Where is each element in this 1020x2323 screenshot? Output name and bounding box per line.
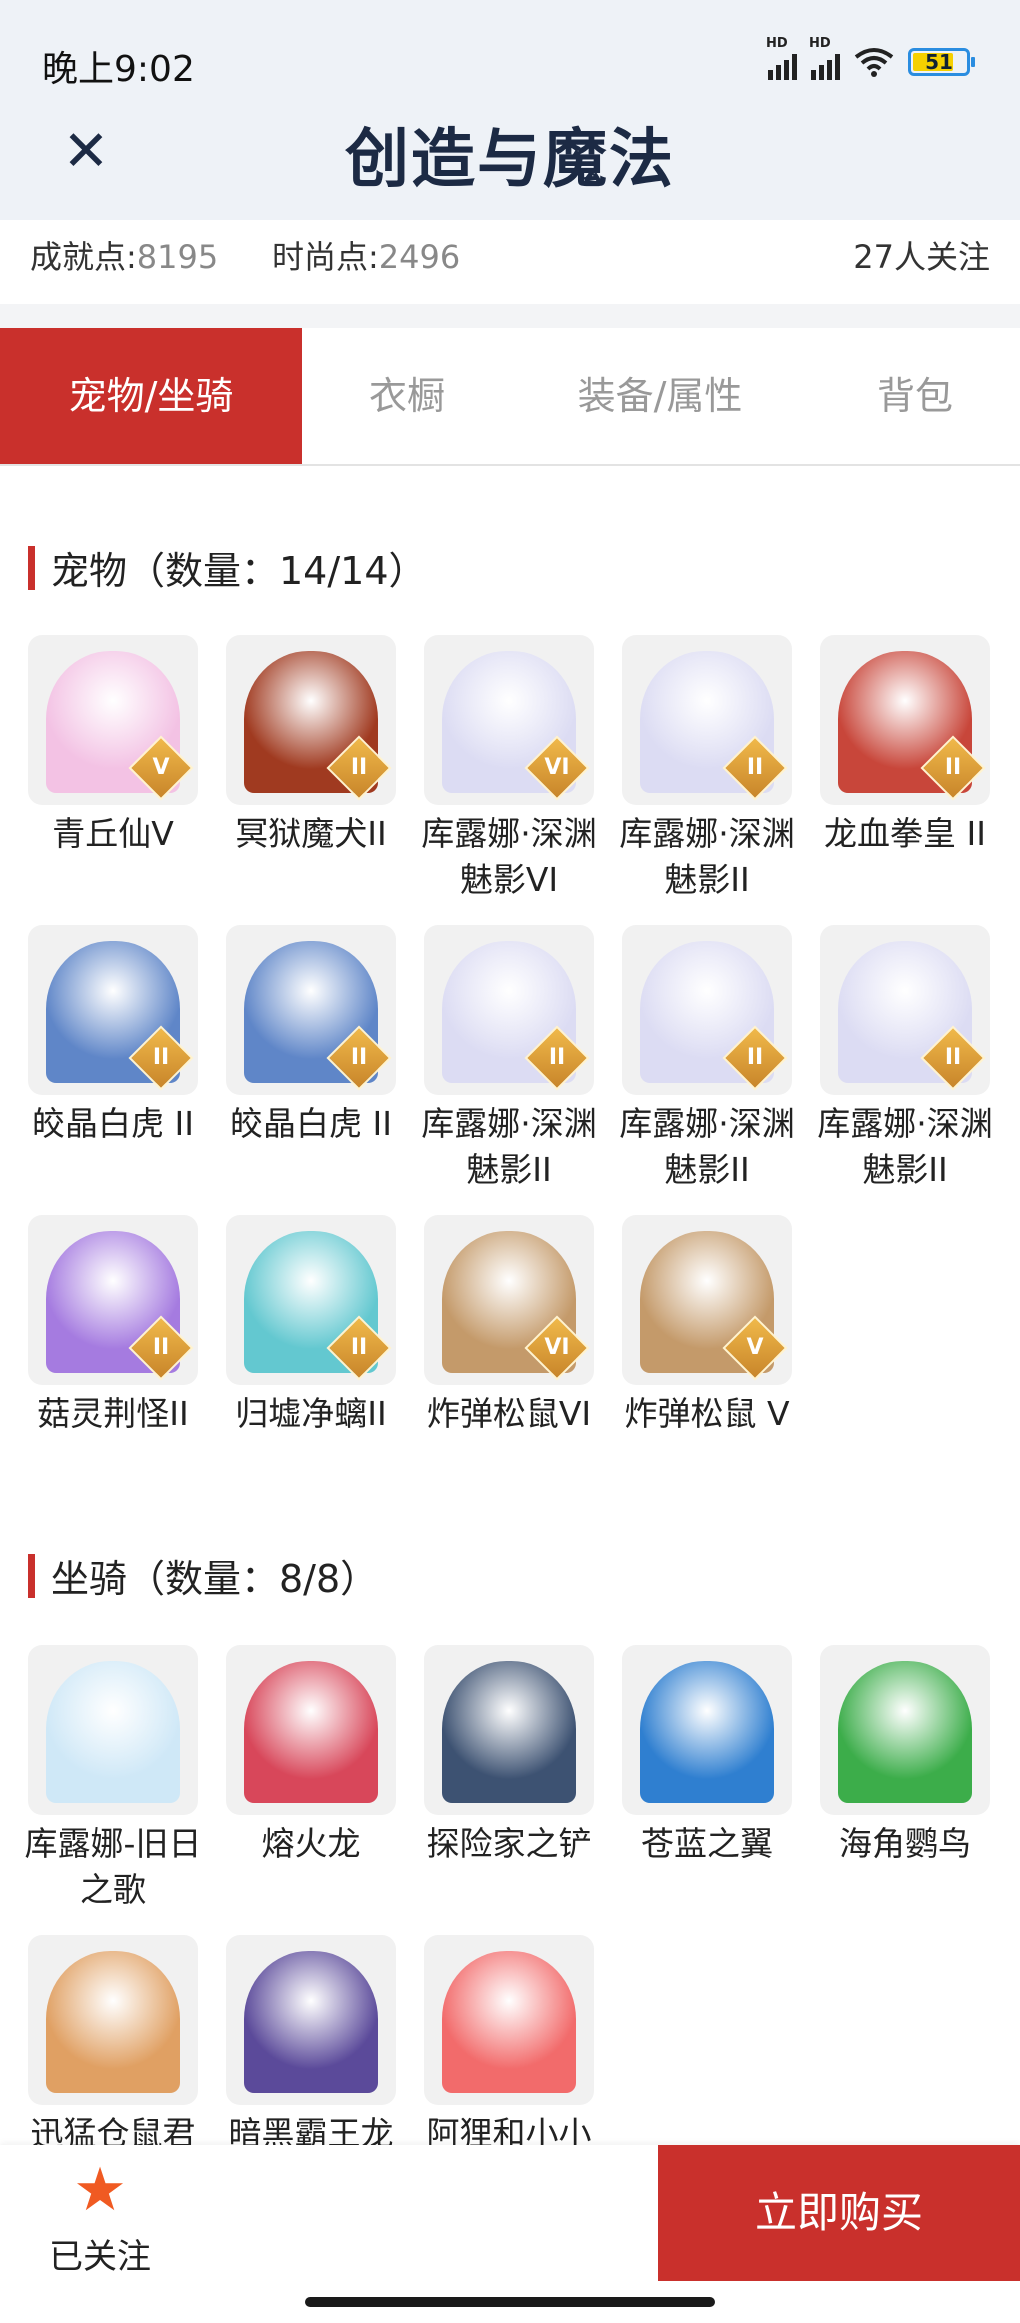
follow-button[interactable]: ★ 已关注 [40, 2155, 160, 2278]
stats-row: 成就点:8195 时尚点:2496 27人关注 [0, 220, 1020, 304]
item-name: 库露娜·深渊魅影II [619, 1104, 795, 1189]
tab-wardrobe[interactable]: 衣橱 [302, 328, 512, 464]
item-name: 库露娜-旧日之歌 [24, 1824, 202, 1909]
item-thumbnail: II [622, 635, 792, 805]
tab-backpack[interactable]: 背包 [820, 328, 1010, 464]
item-thumbnail: II [226, 635, 396, 805]
pets-section-title: 宠物（数量：14/14） [28, 540, 427, 595]
item-name: 青丘仙V [52, 814, 174, 853]
item-thumbnail: II [28, 1215, 198, 1385]
item-name: 龙血拳皇 II [824, 814, 986, 853]
item-thumbnail: II [622, 925, 792, 1095]
item-name: 海角鹦鸟 [839, 1824, 971, 1863]
grid-item[interactable]: II 库露娜·深渊魅影II [414, 925, 604, 1193]
item-name: 库露娜·深渊魅影II [817, 1104, 993, 1189]
wifi-icon [854, 48, 894, 77]
item-thumbnail: II [424, 925, 594, 1095]
signal-icon: HD [766, 36, 797, 80]
item-thumbnail [226, 1645, 396, 1815]
item-thumbnail: II [28, 925, 198, 1095]
item-thumbnail [424, 1935, 594, 2105]
tab-bar: 宠物/坐骑 衣橱 装备/属性 背包 [0, 328, 1020, 466]
star-icon: ★ [73, 2155, 127, 2225]
grid-item[interactable]: V 青丘仙V [18, 635, 208, 857]
page-title: 创造与魔法 [345, 123, 675, 197]
item-thumbnail [28, 1645, 198, 1815]
item-name: 熔火龙 [261, 1824, 361, 1863]
achievement-points: 成就点:8195 [30, 238, 219, 276]
grid-item[interactable]: 库露娜-旧日之歌 [18, 1645, 208, 1913]
follower-count: 27人关注 [853, 238, 990, 276]
item-thumbnail: V [622, 1215, 792, 1385]
item-name: 皎晶白虎 II [230, 1104, 392, 1143]
item-thumbnail [226, 1935, 396, 2105]
grid-item[interactable]: II 菇灵荆怪II [18, 1215, 208, 1437]
item-name: 炸弹松鼠 V [624, 1394, 790, 1433]
item-name: 归墟净螭II [235, 1394, 387, 1433]
buy-now-button[interactable]: 立即购买 [658, 2145, 1020, 2281]
item-name: 库露娜·深渊魅影II [619, 814, 795, 899]
item-name: 冥狱魔犬II [235, 814, 387, 853]
item-image [640, 1661, 774, 1803]
grid-item[interactable]: II 冥狱魔犬II [216, 635, 406, 857]
grid-item[interactable]: 海角鹦鸟 [810, 1645, 1000, 1867]
item-thumbnail [28, 1935, 198, 2105]
item-thumbnail: II [226, 1215, 396, 1385]
item-thumbnail [622, 1645, 792, 1815]
status-time: 晚上9:02 [42, 49, 195, 90]
item-thumbnail: II [226, 925, 396, 1095]
fashion-points: 时尚点:2496 [272, 238, 461, 276]
item-thumbnail: V [28, 635, 198, 805]
grid-item[interactable]: 暗黑霸王龙 [216, 1935, 406, 2157]
item-name: 苍蓝之翼 [641, 1824, 773, 1863]
item-thumbnail [424, 1645, 594, 1815]
item-name: 探险家之铲 [426, 1824, 592, 1863]
grid-item[interactable]: 苍蓝之翼 [612, 1645, 802, 1867]
battery-icon: 51 [908, 48, 975, 76]
grid-item[interactable]: II 归墟净螭II [216, 1215, 406, 1437]
section-accent [28, 1553, 35, 1598]
item-thumbnail: II [820, 635, 990, 805]
item-thumbnail: II [820, 925, 990, 1095]
header: ✕ 创造与魔法 [0, 100, 1020, 220]
grid-item[interactable]: V 炸弹松鼠 V [612, 1215, 802, 1437]
item-thumbnail: VI [424, 1215, 594, 1385]
divider [0, 304, 1020, 328]
item-name: 菇灵荆怪II [37, 1394, 189, 1433]
item-name: 皎晶白虎 II [32, 1104, 194, 1143]
grid-item[interactable]: II 库露娜·深渊魅影II [810, 925, 1000, 1193]
item-image [838, 1661, 972, 1803]
item-image [244, 1661, 378, 1803]
grid-item[interactable]: VI 库露娜·深渊魅影VI [414, 635, 604, 903]
item-name: 炸弹松鼠VI [426, 1394, 592, 1433]
mounts-section-title: 坐骑（数量：8/8） [28, 1548, 378, 1603]
grid-item[interactable]: II 龙血拳皇 II [810, 635, 1000, 857]
item-name: 库露娜·深渊魅影II [421, 1104, 597, 1189]
tab-equipment[interactable]: 装备/属性 [540, 328, 780, 464]
item-image [442, 1951, 576, 2093]
grid-item[interactable]: II 皎晶白虎 II [216, 925, 406, 1147]
item-image [46, 1661, 180, 1803]
home-indicator [305, 2297, 715, 2307]
item-thumbnail: VI [424, 635, 594, 805]
section-accent [28, 545, 35, 590]
follow-label: 已关注 [49, 2237, 151, 2277]
grid-item[interactable]: 迅猛仓鼠君 [18, 1935, 208, 2157]
grid-item[interactable]: II 库露娜·深渊魅影II [612, 635, 802, 903]
grid-item[interactable]: 阿狸和小小 [414, 1935, 604, 2157]
tab-pets-mounts[interactable]: 宠物/坐骑 [0, 328, 302, 464]
grid-item[interactable]: II 库露娜·深渊魅影II [612, 925, 802, 1193]
item-image [442, 1661, 576, 1803]
item-image [244, 1951, 378, 2093]
signal-icon: HD [809, 36, 840, 80]
item-name: 库露娜·深渊魅影VI [421, 814, 597, 899]
status-icons: HD HD 51 [766, 36, 975, 80]
grid-item[interactable]: VI 炸弹松鼠VI [414, 1215, 604, 1437]
item-thumbnail [820, 1645, 990, 1815]
grid-item[interactable]: 探险家之铲 [414, 1645, 604, 1867]
grid-item[interactable]: 熔火龙 [216, 1645, 406, 1867]
grid-item[interactable]: II 皎晶白虎 II [18, 925, 208, 1147]
item-image [46, 1951, 180, 2093]
